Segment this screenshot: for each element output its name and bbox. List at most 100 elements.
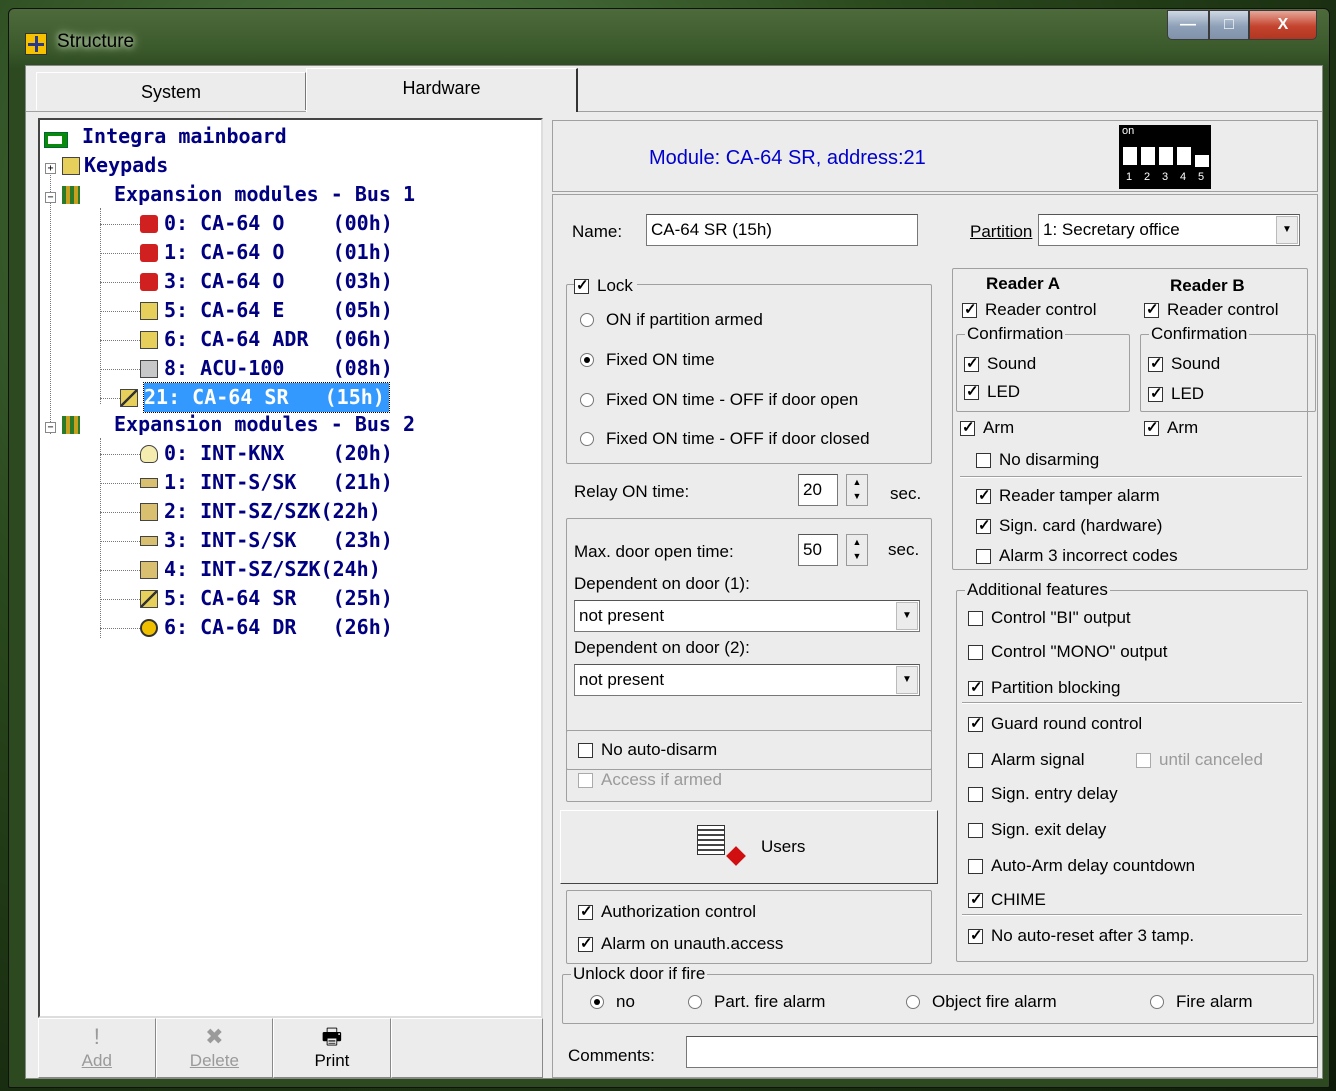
alarm-unauth-checkbox[interactable]: Alarm on unauth.access [578, 934, 783, 954]
dep1-select[interactable]: not present ▼ [574, 600, 920, 632]
chevron-down-icon[interactable]: ▼ [1276, 216, 1298, 244]
guard-round-checkbox[interactable]: Guard round control [968, 714, 1142, 734]
fire-radio-fire[interactable]: Fire alarm [1150, 992, 1253, 1012]
module-title: Module: CA-64 SR, address:21 [649, 147, 926, 169]
close-button[interactable]: X [1249, 10, 1317, 40]
tree-item[interactable]: 6: CA-64 DR (26h) [164, 613, 393, 642]
radio-on-if-armed[interactable]: ON if partition armed [580, 310, 763, 330]
reader-a-led-checkbox[interactable]: LED [964, 382, 1020, 402]
comments-input[interactable] [686, 1036, 1318, 1068]
reader-b-control-checkbox[interactable]: Reader control [1144, 300, 1279, 320]
control-bi-checkbox[interactable]: Control "BI" output [968, 608, 1131, 628]
tree-item[interactable]: 0: INT-KNX (20h) [164, 439, 393, 468]
tab-system[interactable]: System [36, 72, 306, 110]
radio-fixed-off-closed[interactable]: Fixed ON time - OFF if door closed [580, 429, 870, 449]
no-auto-disarm-checkbox[interactable]: No auto-disarm [578, 740, 717, 760]
tree-item-selected[interactable]: 21: CA-64 SR (15h) [143, 382, 390, 413]
minimize-button[interactable]: — [1167, 10, 1209, 40]
sign-exit-checkbox[interactable]: Sign. exit delay [968, 820, 1106, 840]
tree-item[interactable]: 5: CA-64 E (05h) [164, 296, 393, 325]
tree-line [100, 570, 140, 571]
confirmation-legend: Confirmation [1149, 324, 1250, 343]
relay-input[interactable]: 20 [798, 474, 838, 506]
dep2-select[interactable]: not present ▼ [574, 664, 920, 696]
print-button[interactable]: 🖶 Print [273, 1018, 391, 1078]
reader-b-arm-checkbox[interactable]: Arm [1144, 418, 1198, 438]
reader-a-arm-checkbox[interactable]: Arm [960, 418, 1014, 438]
reader-a-control-checkbox[interactable]: Reader control [962, 300, 1097, 320]
tree-bus1[interactable]: Expansion modules - Bus 1 [114, 180, 415, 209]
control-mono-checkbox[interactable]: Control "MONO" output [968, 642, 1167, 662]
chevron-down-icon[interactable]: ▼ [896, 666, 918, 694]
no-auto-reset-checkbox[interactable]: No auto-reset after 3 tamp. [968, 926, 1194, 946]
alarm-3-codes-checkbox[interactable]: Alarm 3 incorrect codes [976, 546, 1178, 566]
tree-bus2[interactable]: Expansion modules - Bus 2 [114, 410, 415, 439]
name-input[interactable]: CA-64 SR (15h) [646, 214, 918, 246]
tree-item[interactable]: 3: CA-64 O (03h) [164, 267, 393, 296]
no-disarming-checkbox[interactable]: No disarming [976, 450, 1099, 470]
auto-arm-checkbox[interactable]: Auto-Arm delay countdown [968, 856, 1195, 876]
until-canceled-checkbox[interactable]: until canceled [1136, 750, 1263, 770]
tree-item[interactable]: 1: INT-S/SK (21h) [164, 468, 393, 497]
access-if-armed-checkbox[interactable]: Access if armed [578, 770, 722, 790]
tree-item[interactable]: 0: CA-64 O (00h) [164, 209, 393, 238]
alarm-signal-checkbox[interactable]: Alarm signal [968, 750, 1085, 770]
tree-root[interactable]: Integra mainboard [82, 122, 287, 151]
tree-line [100, 599, 140, 600]
chime-checkbox[interactable]: CHIME [968, 890, 1046, 910]
radio-fixed-on[interactable]: Fixed ON time [580, 350, 715, 370]
users-button[interactable]: Users [560, 810, 938, 884]
checkbox-label: Arm [983, 418, 1015, 437]
add-button[interactable]: ! Add [38, 1018, 156, 1078]
tree-item[interactable]: 8: ACU-100 (08h) [164, 354, 393, 383]
reader-tamper-checkbox[interactable]: Reader tamper alarm [976, 486, 1160, 506]
hardware-tree[interactable]: Integra mainboard + Keypads − Expansion … [38, 118, 543, 1018]
title-bar[interactable]: Structure — □ X [9, 9, 1329, 61]
delete-button[interactable]: ✖ Delete [155, 1018, 274, 1078]
partition-blocking-checkbox[interactable]: Partition blocking [968, 678, 1120, 698]
app-icon [25, 33, 47, 55]
chevron-down-icon[interactable]: ▼ [896, 602, 918, 630]
authorization-control-checkbox[interactable]: Authorization control [578, 902, 756, 922]
partition-select[interactable]: 1: Secretary office ▼ [1038, 214, 1300, 246]
dip-number: 4 [1180, 171, 1187, 183]
collapse-minus-icon[interactable]: − [45, 422, 56, 433]
checkbox-label: Sound [1171, 354, 1221, 373]
reader-b-sound-checkbox[interactable]: Sound [1148, 354, 1220, 374]
separator [960, 476, 1302, 478]
checkbox-icon [968, 752, 983, 768]
tree-line [100, 369, 140, 370]
tree-keypads[interactable]: Keypads [84, 151, 168, 180]
expand-plus-icon[interactable]: + [45, 163, 56, 174]
reader-a-sound-checkbox[interactable]: Sound [964, 354, 1036, 374]
tree-item[interactable]: 4: INT-SZ/SZK(24h) [164, 555, 381, 584]
structure-window: Structure — □ X System Hardware Integra … [8, 8, 1330, 1088]
tree-line [100, 208, 101, 404]
fire-radio-part[interactable]: Part. fire alarm [688, 992, 825, 1012]
tree-item[interactable]: 1: CA-64 O (01h) [164, 238, 393, 267]
radio-fixed-off-open[interactable]: Fixed ON time - OFF if door open [580, 390, 858, 410]
checkbox-icon [968, 926, 983, 944]
maximize-button[interactable]: □ [1209, 10, 1249, 40]
reader-a-title: Reader A [986, 274, 1061, 293]
checkbox-icon [1136, 752, 1151, 768]
tree-item[interactable]: 3: INT-S/SK (23h) [164, 526, 393, 555]
tree-item[interactable]: 5: CA-64 SR (25h) [164, 584, 393, 613]
tree-item[interactable]: 2: INT-SZ/SZK(22h) [164, 497, 381, 526]
max-door-spinner[interactable]: ▲ ▼ [846, 534, 868, 566]
sign-entry-checkbox[interactable]: Sign. entry delay [968, 784, 1118, 804]
pane-splitter[interactable] [545, 118, 549, 1078]
fire-radio-object[interactable]: Object fire alarm [906, 992, 1057, 1012]
max-door-input[interactable]: 50 [798, 534, 838, 566]
tree-item[interactable]: 6: CA-64 ADR (06h) [164, 325, 393, 354]
collapse-minus-icon[interactable]: − [45, 192, 56, 203]
checkbox-icon [962, 300, 977, 318]
checkbox-label: until canceled [1159, 750, 1263, 769]
tab-hardware[interactable]: Hardware [306, 68, 578, 112]
fire-radio-no[interactable]: no [590, 992, 635, 1012]
relay-spinner[interactable]: ▲ ▼ [846, 474, 868, 506]
reader-b-led-checkbox[interactable]: LED [1148, 384, 1204, 404]
sign-card-checkbox[interactable]: Sign. card (hardware) [976, 516, 1162, 536]
tree-line [100, 311, 140, 312]
lock-checkbox[interactable]: Lock [574, 276, 637, 296]
